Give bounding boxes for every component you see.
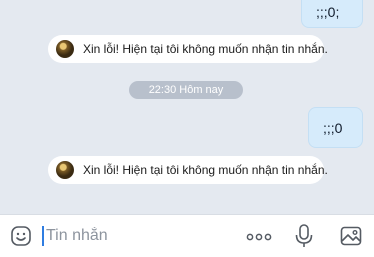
system-notice: Xin lỗi! Hiện tại tôi không muốn nhận ti… [48, 156, 328, 184]
system-notice: Xin lỗi! Hiện tại tôi không muốn nhận ti… [48, 35, 328, 63]
outgoing-message[interactable]: ;;;0 [308, 107, 363, 148]
more-icon[interactable] [246, 230, 272, 242]
outgoing-message[interactable]: ;;;0; [301, 0, 363, 28]
system-notice-text: Xin lỗi! Hiện tại tôi không muốn nhận ti… [83, 163, 328, 177]
text-cursor [42, 226, 44, 246]
avatar [56, 40, 74, 58]
microphone-icon[interactable] [294, 223, 314, 249]
chat-area: ;;;0; Xin lỗi! Hiện tại tôi không muốn n… [0, 0, 374, 214]
avatar [56, 161, 74, 179]
time-divider: 22:30 Hôm nay [129, 81, 243, 99]
image-icon[interactable] [340, 226, 362, 246]
emoji-icon[interactable] [10, 225, 32, 247]
message-composer [0, 214, 374, 257]
system-notice-text: Xin lỗi! Hiện tại tôi không muốn nhận ti… [83, 42, 328, 56]
message-input[interactable] [46, 224, 226, 248]
